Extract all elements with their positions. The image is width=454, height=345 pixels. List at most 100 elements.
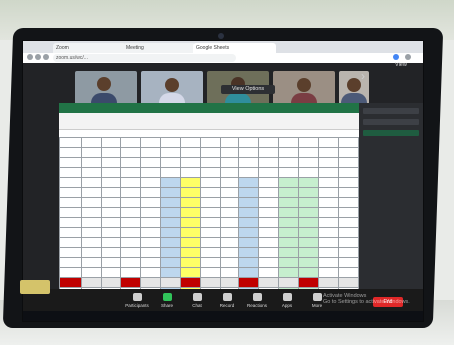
table-cell[interactable] — [180, 257, 202, 268]
table-cell[interactable] — [318, 147, 339, 158]
table-cell[interactable] — [200, 137, 222, 148]
table-cell[interactable] — [59, 157, 82, 168]
table-cell[interactable] — [220, 237, 240, 248]
table-cell[interactable] — [80, 277, 102, 288]
table-cell[interactable] — [238, 137, 260, 148]
table-cell[interactable] — [238, 217, 260, 228]
table-cell[interactable] — [337, 267, 359, 278]
table-cell[interactable] — [278, 147, 300, 158]
table-cell[interactable] — [180, 157, 202, 168]
table-cell[interactable] — [318, 157, 339, 168]
back-icon[interactable] — [27, 54, 33, 60]
table-cell[interactable] — [278, 217, 300, 228]
table-cell[interactable] — [160, 247, 182, 258]
table-cell[interactable] — [120, 187, 142, 198]
table-cell[interactable] — [298, 147, 319, 158]
browser-tab-2[interactable]: Meeting — [123, 43, 196, 53]
table-cell[interactable] — [80, 157, 102, 168]
table-cell[interactable] — [80, 177, 102, 188]
table-cell[interactable] — [200, 147, 222, 158]
menu-icon[interactable] — [405, 54, 411, 60]
table-cell[interactable] — [100, 167, 122, 178]
table-cell[interactable] — [140, 277, 162, 288]
table-cell[interactable] — [220, 267, 240, 278]
table-cell[interactable] — [318, 197, 339, 208]
table-cell[interactable] — [258, 207, 280, 218]
share-button[interactable]: Share — [153, 293, 181, 308]
table-cell[interactable] — [220, 207, 240, 218]
table-cell[interactable] — [120, 207, 142, 218]
table-cell[interactable] — [120, 277, 142, 288]
table-cell[interactable] — [337, 187, 359, 198]
table-cell[interactable] — [160, 237, 182, 248]
table-cell[interactable] — [180, 217, 202, 228]
table-cell[interactable] — [318, 167, 339, 178]
table-cell[interactable] — [80, 237, 102, 248]
table-cell[interactable] — [100, 187, 122, 198]
table-cell[interactable] — [140, 197, 162, 208]
table-cell[interactable] — [337, 197, 359, 208]
table-cell[interactable] — [238, 197, 260, 208]
table-cell[interactable] — [298, 237, 319, 248]
participant-tile[interactable] — [273, 71, 335, 105]
chevron-right-icon[interactable]: › — [361, 69, 365, 83]
table-cell[interactable] — [337, 167, 359, 178]
table-cell[interactable] — [200, 177, 222, 188]
table-cell[interactable] — [278, 277, 300, 288]
table-cell[interactable] — [160, 137, 182, 148]
table-cell[interactable] — [140, 177, 162, 188]
table-cell[interactable] — [258, 187, 280, 198]
table-cell[interactable] — [80, 187, 102, 198]
table-cell[interactable] — [298, 227, 319, 238]
table-cell[interactable] — [298, 197, 319, 208]
table-cell[interactable] — [337, 227, 359, 238]
table-cell[interactable] — [278, 267, 300, 278]
table-cell[interactable] — [337, 207, 359, 218]
table-cell[interactable] — [258, 227, 280, 238]
forward-icon[interactable] — [35, 54, 41, 60]
table-cell[interactable] — [200, 217, 222, 228]
table-cell[interactable] — [220, 147, 240, 158]
table-cell[interactable] — [100, 267, 122, 278]
table-cell[interactable] — [100, 277, 122, 288]
table-cell[interactable] — [160, 217, 182, 228]
table-cell[interactable] — [220, 137, 240, 148]
table-cell[interactable] — [337, 177, 359, 188]
table-cell[interactable] — [220, 257, 240, 268]
table-cell[interactable] — [140, 207, 162, 218]
table-cell[interactable] — [258, 167, 280, 178]
table-cell[interactable] — [200, 167, 222, 178]
table-cell[interactable] — [278, 247, 300, 258]
table-cell[interactable] — [298, 247, 319, 258]
table-cell[interactable] — [140, 237, 162, 248]
table-cell[interactable] — [120, 257, 142, 268]
table-cell[interactable] — [160, 177, 182, 188]
table-cell[interactable] — [238, 167, 260, 178]
table-cell[interactable] — [337, 217, 359, 228]
profile-avatar-icon[interactable] — [393, 54, 399, 60]
table-cell[interactable] — [140, 267, 162, 278]
table-cell[interactable] — [258, 147, 280, 158]
chat-button[interactable]: Chat — [183, 293, 211, 308]
table-cell[interactable] — [80, 227, 102, 238]
table-cell[interactable] — [298, 177, 319, 188]
table-cell[interactable] — [140, 167, 162, 178]
table-cell[interactable] — [160, 257, 182, 268]
table-cell[interactable] — [238, 157, 260, 168]
table-cell[interactable] — [120, 227, 142, 238]
table-cell[interactable] — [238, 257, 260, 268]
table-cell[interactable] — [220, 197, 240, 208]
table-cell[interactable] — [238, 187, 260, 198]
table-cell[interactable] — [318, 177, 339, 188]
table-cell[interactable] — [59, 167, 82, 178]
table-cell[interactable] — [59, 137, 82, 148]
table-cell[interactable] — [120, 137, 142, 148]
table-cell[interactable] — [318, 277, 339, 288]
table-cell[interactable] — [238, 247, 260, 258]
table-cell[interactable] — [59, 147, 82, 158]
table-cell[interactable] — [59, 207, 82, 218]
table-cell[interactable] — [100, 177, 122, 188]
table-cell[interactable] — [258, 257, 280, 268]
table-cell[interactable] — [180, 187, 202, 198]
table-cell[interactable] — [180, 137, 202, 148]
